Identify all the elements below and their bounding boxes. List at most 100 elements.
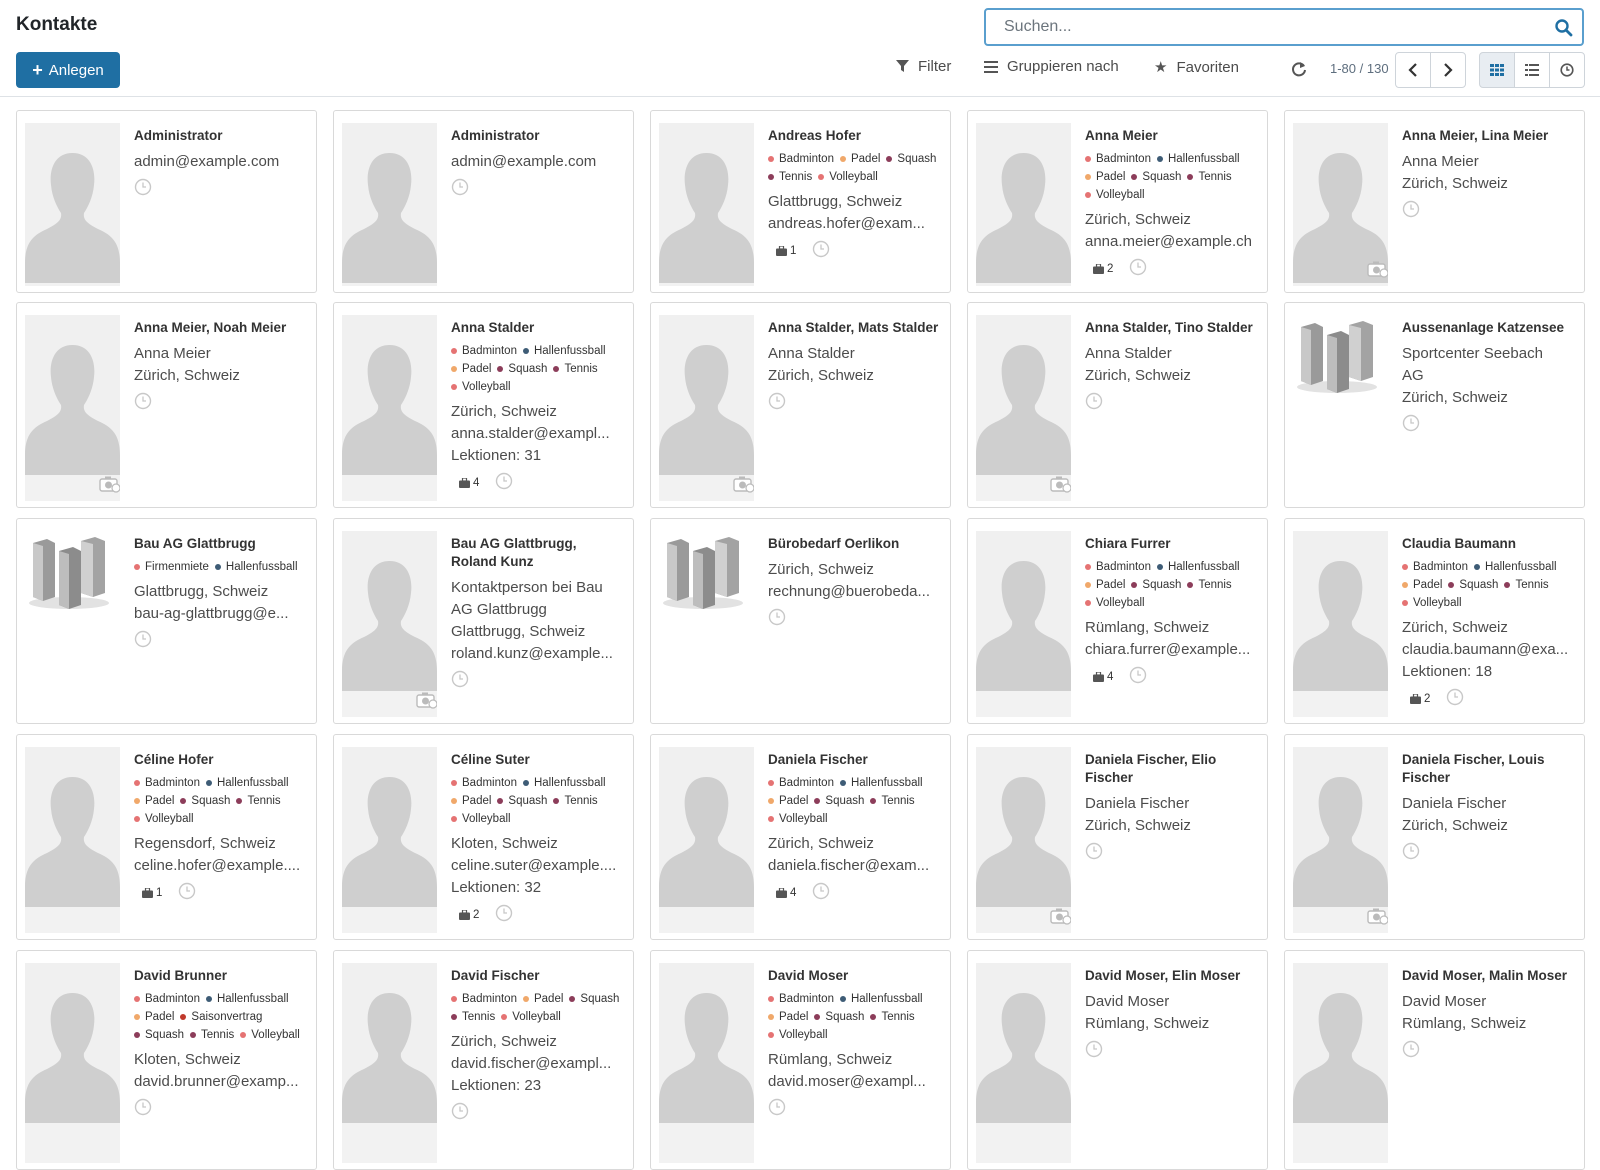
pager-next-button[interactable] xyxy=(1430,52,1466,88)
contact-card[interactable]: Claudia Baumann Badminton Hallenfussball Pa… xyxy=(1284,518,1585,724)
activity-view-button[interactable] xyxy=(1549,52,1585,88)
contact-card[interactable]: Anna Meier Badminton Hallenfussball Padel Sq… xyxy=(967,110,1268,293)
contact-card[interactable]: Administrator admin@example.com xyxy=(16,110,317,293)
contact-card[interactable]: David Moser, Elin Moser David Moser Rümlan… xyxy=(967,950,1268,1170)
activity-button[interactable] xyxy=(812,882,830,905)
activity-button[interactable] xyxy=(134,630,152,653)
activity-button[interactable] xyxy=(1402,414,1420,437)
pager-value[interactable]: 1-80 / 130 xyxy=(1330,61,1389,76)
activity-clock-icon[interactable] xyxy=(1402,1040,1420,1058)
activity-clock-icon[interactable] xyxy=(495,904,513,922)
contact-card[interactable]: Andreas Hofer Badminton Padel Squash Tennis V… xyxy=(650,110,951,293)
group-by-button[interactable]: Gruppieren nach xyxy=(984,58,1119,75)
contact-card[interactable]: Anna Stalder, Mats Stalder Anna Stalder Zü… xyxy=(650,302,951,508)
activity-clock-icon[interactable] xyxy=(812,240,830,258)
contact-card[interactable]: Céline Suter Badminton Hallenfussball Padel… xyxy=(333,734,634,940)
camera-icon[interactable] xyxy=(99,475,120,493)
filter-button[interactable]: Filter xyxy=(896,58,951,75)
favorites-button[interactable]: ★ Favoriten xyxy=(1154,58,1239,77)
activity-button[interactable] xyxy=(1085,842,1103,865)
opportunity-badge[interactable]: 4 xyxy=(1085,671,1113,683)
activity-clock-icon[interactable] xyxy=(451,178,469,196)
activity-button[interactable] xyxy=(768,608,786,631)
contact-card[interactable]: David Moser, Malin Moser David Moser Rümla… xyxy=(1284,950,1585,1170)
activity-button[interactable] xyxy=(1402,842,1420,865)
activity-button[interactable] xyxy=(134,392,152,415)
activity-clock-icon[interactable] xyxy=(1402,414,1420,432)
activity-clock-icon[interactable] xyxy=(178,882,196,900)
list-view-button[interactable] xyxy=(1514,52,1550,88)
activity-clock-icon[interactable] xyxy=(451,1102,469,1120)
pager-previous-button[interactable] xyxy=(1395,52,1431,88)
activity-button[interactable] xyxy=(134,178,152,201)
contact-card[interactable]: Bürobedarf Oerlikon Zürich, Schweiz rechnu… xyxy=(650,518,951,724)
opportunity-badge[interactable]: 2 xyxy=(1085,263,1113,275)
activity-button[interactable] xyxy=(495,904,513,927)
refresh-icon[interactable] xyxy=(1290,60,1308,78)
activity-clock-icon[interactable] xyxy=(134,630,152,648)
contact-card[interactable]: Bau AG Glattbrugg Firmenmiete Hallenfussba… xyxy=(16,518,317,724)
activity-clock-icon[interactable] xyxy=(1085,392,1103,410)
activity-button[interactable] xyxy=(451,1102,469,1125)
contact-card[interactable]: Daniela Fischer Badminton Hallenfussball Pa… xyxy=(650,734,951,940)
activity-clock-icon[interactable] xyxy=(1402,842,1420,860)
contact-card[interactable]: Anna Meier, Noah Meier Anna Meier Zürich, … xyxy=(16,302,317,508)
camera-icon[interactable] xyxy=(1050,907,1071,925)
create-button[interactable]: + Anlegen xyxy=(16,52,120,88)
activity-clock-icon[interactable] xyxy=(451,670,469,688)
contact-card[interactable]: Céline Hofer Badminton Hallenfussball Padel… xyxy=(16,734,317,940)
activity-clock-icon[interactable] xyxy=(768,392,786,410)
activity-button[interactable] xyxy=(451,178,469,201)
activity-clock-icon[interactable] xyxy=(134,1098,152,1116)
camera-icon[interactable] xyxy=(1367,260,1388,278)
search-input[interactable] xyxy=(1004,10,1544,44)
contact-card[interactable]: David Brunner Badminton Hallenfussball Pade… xyxy=(16,950,317,1170)
kanban-view-button[interactable] xyxy=(1479,52,1515,88)
opportunity-badge[interactable]: 1 xyxy=(768,245,796,257)
contact-card[interactable]: Anna Stalder Badminton Hallenfussball Padel… xyxy=(333,302,634,508)
activity-clock-icon[interactable] xyxy=(1129,666,1147,684)
contact-card[interactable]: Aussenanlage Katzensee Sportcenter Seebac… xyxy=(1284,302,1585,508)
contact-card[interactable]: Administrator admin@example.com xyxy=(333,110,634,293)
contact-card[interactable]: David Moser Badminton Hallenfussball Padel S… xyxy=(650,950,951,1170)
activity-clock-icon[interactable] xyxy=(495,472,513,490)
activity-clock-icon[interactable] xyxy=(768,608,786,626)
opportunity-badge[interactable]: 4 xyxy=(451,477,479,489)
activity-button[interactable] xyxy=(1446,688,1464,711)
camera-icon[interactable] xyxy=(1050,475,1071,493)
activity-button[interactable] xyxy=(1402,200,1420,223)
activity-clock-icon[interactable] xyxy=(1129,258,1147,276)
activity-button[interactable] xyxy=(812,240,830,263)
search-icon[interactable] xyxy=(1554,18,1574,38)
activity-button[interactable] xyxy=(1085,392,1103,415)
contact-card[interactable]: Chiara Furrer Badminton Hallenfussball Pade… xyxy=(967,518,1268,724)
activity-clock-icon[interactable] xyxy=(134,392,152,410)
activity-button[interactable] xyxy=(178,882,196,905)
contact-card[interactable]: Daniela Fischer, Elio Fischer Daniela Fis… xyxy=(967,734,1268,940)
opportunity-badge[interactable]: 2 xyxy=(1402,693,1430,705)
activity-clock-icon[interactable] xyxy=(134,178,152,196)
activity-clock-icon[interactable] xyxy=(1446,688,1464,706)
activity-button[interactable] xyxy=(1129,258,1147,281)
activity-button[interactable] xyxy=(1402,1040,1420,1063)
activity-clock-icon[interactable] xyxy=(1402,200,1420,218)
search-box[interactable] xyxy=(984,8,1584,46)
activity-clock-icon[interactable] xyxy=(1085,842,1103,860)
contact-card[interactable]: Daniela Fischer, Louis Fischer Daniela Fi… xyxy=(1284,734,1585,940)
contact-card[interactable]: Anna Meier, Lina Meier Anna Meier Zürich, … xyxy=(1284,110,1585,293)
activity-button[interactable] xyxy=(768,392,786,415)
activity-button[interactable] xyxy=(768,1098,786,1121)
opportunity-badge[interactable]: 2 xyxy=(451,909,479,921)
activity-button[interactable] xyxy=(451,670,469,693)
camera-icon[interactable] xyxy=(1367,907,1388,925)
activity-button[interactable] xyxy=(134,1098,152,1121)
activity-clock-icon[interactable] xyxy=(812,882,830,900)
contact-card[interactable]: David Fischer Badminton Padel Squash Tennis V… xyxy=(333,950,634,1170)
contact-card[interactable]: Bau AG Glattbrugg, Roland Kunz Kontaktper… xyxy=(333,518,634,724)
camera-icon[interactable] xyxy=(733,475,754,493)
pager-range[interactable]: 1-80 xyxy=(1330,61,1356,76)
camera-icon[interactable] xyxy=(416,691,437,709)
contact-card[interactable]: Anna Stalder, Tino Stalder Anna Stalder Zü… xyxy=(967,302,1268,508)
activity-clock-icon[interactable] xyxy=(768,1098,786,1116)
activity-button[interactable] xyxy=(495,472,513,495)
